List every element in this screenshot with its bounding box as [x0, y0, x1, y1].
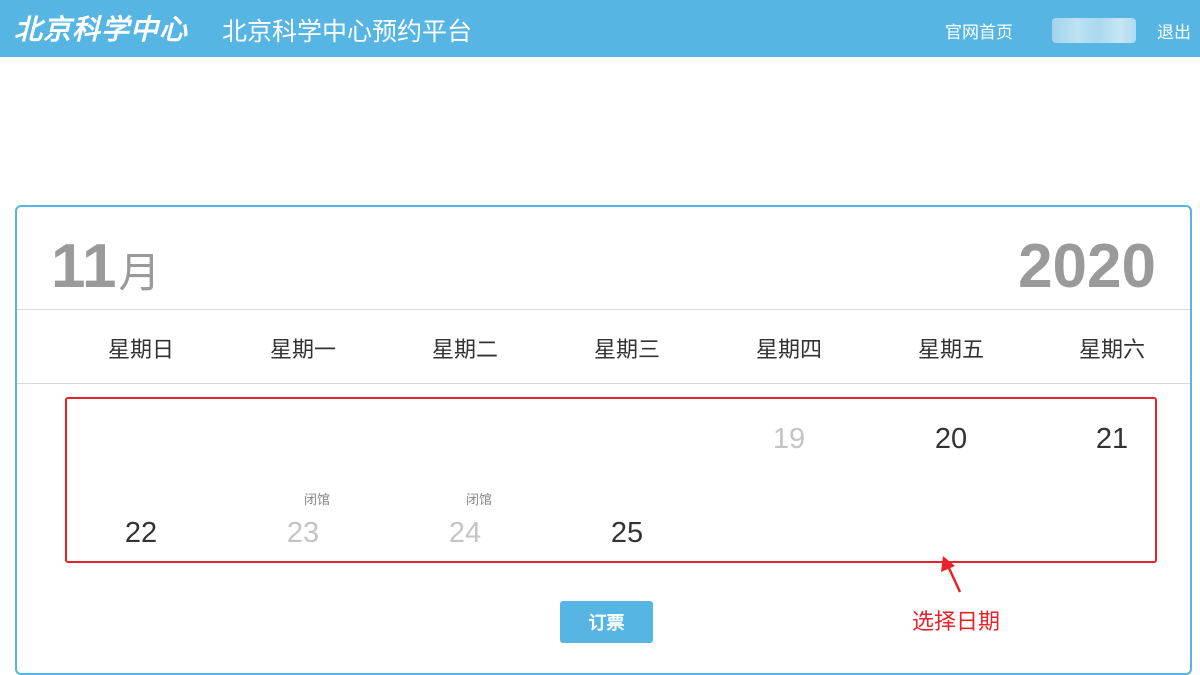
weekday-divider: [17, 383, 1190, 384]
day-25[interactable]: 25: [611, 517, 643, 550]
weekday-row: 星期日 星期一 星期二 星期三 星期四 星期五 星期六: [17, 310, 1190, 383]
day-24: 24: [448, 517, 482, 549]
nav-home-link[interactable]: 官网首页: [945, 18, 1013, 43]
platform-title: 北京科学中心预约平台: [222, 17, 473, 46]
day-23: 23: [286, 517, 320, 549]
booking-calendar: 11月 2020 星期日 星期一 星期二 星期三 星期四 星期五 星期六 19 …: [15, 205, 1192, 675]
weekday-thursday: 星期四: [755, 338, 823, 363]
day-20[interactable]: 20: [935, 423, 967, 456]
weekday-friday: 星期五: [917, 338, 985, 363]
closed-note: 闭馆: [303, 493, 331, 508]
logo[interactable]: 北京科学中心: [14, 8, 188, 48]
weekday-monday: 星期一: [269, 338, 337, 363]
weekday-sunday: 星期日: [107, 338, 175, 363]
closed-note: 闭馆: [465, 493, 493, 508]
month-label: 11月: [51, 231, 161, 302]
year-label: 2020: [1018, 232, 1156, 301]
day-22[interactable]: 22: [125, 517, 157, 550]
weekday-saturday: 星期六: [1078, 338, 1146, 363]
book-ticket-button[interactable]: 订票: [560, 601, 653, 643]
annotation-label: 选择日期: [912, 610, 1001, 635]
user-name-blurred: [1052, 18, 1136, 43]
month-number: 11: [51, 232, 117, 301]
month-suffix: 月: [118, 248, 161, 297]
top-header-bar: 北京科学中心 北京科学中心预约平台 官网首页 退出: [0, 0, 1200, 57]
logout-link[interactable]: 退出: [1157, 18, 1191, 43]
weekday-tuesday: 星期二: [431, 338, 499, 363]
weekday-wednesday: 星期三: [593, 338, 661, 363]
day-21[interactable]: 21: [1096, 423, 1128, 456]
day-19: 19: [772, 423, 806, 455]
